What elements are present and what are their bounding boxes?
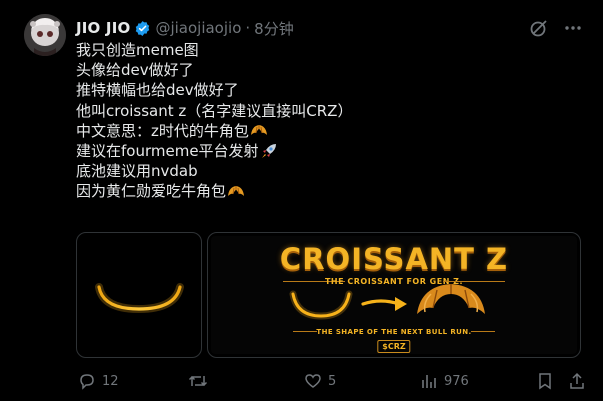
tweet-line-text: 中文意思：z时代的牛角包 <box>76 121 249 140</box>
reply-button[interactable]: 12 <box>78 370 119 392</box>
tweet-line-text: 他叫croissant z（名字建议直接叫CRZ） <box>76 101 353 120</box>
banner-tagline: THE SHAPE OF THE NEXT BULL RUN. <box>316 328 472 336</box>
divider <box>471 331 495 332</box>
tweet-media: CROISSANT Z THE CROISSANT FOR GEN Z. THE… <box>76 232 581 358</box>
croissant-icon <box>417 284 485 314</box>
heart-icon <box>304 372 322 390</box>
share-button[interactable] <box>568 370 586 392</box>
reply-count: 12 <box>102 373 119 389</box>
separator-dot: · <box>245 19 251 37</box>
tweet-line-text: 底池建议用nvdab <box>76 162 198 181</box>
share-icon <box>568 372 586 390</box>
tweet-line: 中文意思：z时代的牛角包 <box>76 121 556 141</box>
tweet-line: 底池建议用nvdab <box>76 161 556 181</box>
verified-badge-icon <box>134 20 151 37</box>
retweet-icon <box>188 372 208 390</box>
banner-ticker: $CRZ <box>377 340 411 353</box>
croissant-icon <box>227 184 245 200</box>
reply-icon <box>78 372 96 390</box>
bookmark-icon <box>536 372 554 390</box>
tweet-line: 我只创造meme图 <box>76 40 556 60</box>
tweet-text: 我只创造meme图 头像给dev做好了 推特横幅也给dev做好了 他叫crois… <box>76 40 556 202</box>
tweet-line: 因为黄仁勋爱吃牛角包 <box>76 181 556 201</box>
like-button[interactable]: 5 <box>304 370 336 392</box>
tweet-line: 推特横幅也给dev做好了 <box>76 80 556 100</box>
views-button[interactable]: 976 <box>420 370 469 392</box>
bookmark-button[interactable] <box>536 370 554 392</box>
author-name[interactable]: JIO JIO <box>76 19 130 37</box>
tweet-line-text: 建议在fourmeme平台发射 <box>76 142 259 161</box>
croissant-icon <box>250 123 268 139</box>
media-image-banner[interactable]: CROISSANT Z THE CROISSANT FOR GEN Z. THE… <box>207 232 581 358</box>
author-handle[interactable]: @jiaojiaojio <box>155 19 241 37</box>
tweet-line-text: 我只创造meme图 <box>76 41 199 59</box>
more-options-icon[interactable] <box>563 18 583 38</box>
media-image-avatar[interactable] <box>76 232 202 358</box>
rocket-icon <box>260 142 278 160</box>
tweet-actions: 12 5 976 <box>76 370 586 392</box>
tweet-line-text: 头像给dev做好了 <box>76 61 194 80</box>
tweet-line-text: 推特横幅也给dev做好了 <box>76 81 239 100</box>
avatar[interactable] <box>24 14 66 56</box>
tweet-line: 建议在fourmeme平台发射 <box>76 141 556 161</box>
tweet-line: 头像给dev做好了 <box>76 60 556 80</box>
tweet-header: JIO JIO @jiaojiaojio · 8分钟 <box>76 16 583 40</box>
tweet-line-text: 因为黄仁勋爱吃牛角包 <box>76 182 227 201</box>
retweet-button[interactable] <box>188 370 214 392</box>
tweet-timestamp[interactable]: 8分钟 <box>254 18 294 39</box>
like-count: 5 <box>328 373 337 389</box>
grok-icon[interactable] <box>529 18 549 38</box>
views-icon <box>420 372 438 390</box>
banner-title: CROISSANT Z <box>279 242 509 276</box>
banner-smile-to-croissant <box>289 284 485 320</box>
tweet-line: 他叫croissant z（名字建议直接叫CRZ） <box>76 101 556 121</box>
banner-graphic: CROISSANT Z THE CROISSANT FOR GEN Z. THE… <box>211 236 577 354</box>
view-count: 976 <box>444 373 469 389</box>
